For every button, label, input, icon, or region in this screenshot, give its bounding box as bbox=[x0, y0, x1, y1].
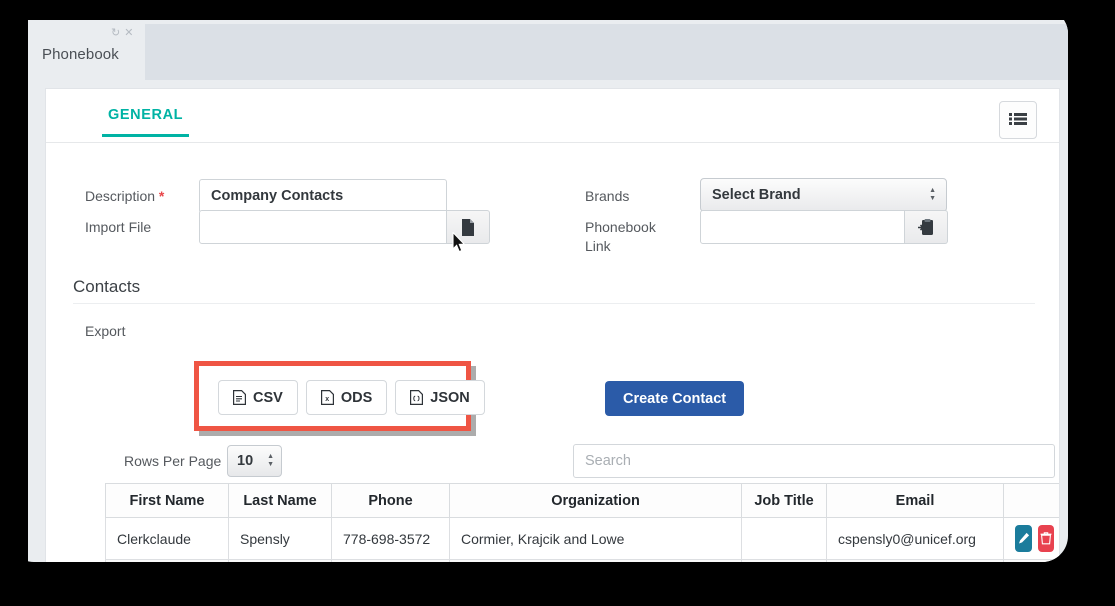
required-marker: * bbox=[158, 188, 165, 204]
column-header-last-name[interactable]: Last Name bbox=[228, 483, 332, 518]
cell-organization: Cormier, Krajcik and Lowe bbox=[449, 517, 742, 560]
section-divider bbox=[73, 303, 1035, 304]
cell-last-name: Nann bbox=[228, 559, 332, 562]
close-icon[interactable]: ✕ bbox=[124, 28, 133, 39]
cell-organization: Johnson and Sons, Inc bbox=[449, 559, 742, 562]
phonebook-link-input[interactable] bbox=[700, 210, 905, 244]
create-contact-button[interactable]: Create Contact bbox=[605, 381, 745, 416]
svg-text:x: x bbox=[325, 396, 329, 403]
screen: ↻ ✕ Phonebook GENERAL Description * Comp… bbox=[0, 0, 1115, 606]
brands-selected-value: Select Brand bbox=[712, 187, 801, 203]
rows-per-page-spinner-icon: ▲ ▼ bbox=[267, 453, 274, 468]
delete-row-button[interactable] bbox=[1037, 525, 1054, 552]
browser-viewport: ↻ ✕ Phonebook GENERAL Description * Comp… bbox=[28, 20, 1068, 562]
file-code-icon bbox=[410, 390, 424, 405]
device-bezel: ↻ ✕ Phonebook GENERAL Description * Comp… bbox=[8, 8, 1068, 562]
contacts-table-wrapper: First Name Last Name Phone Organization … bbox=[105, 483, 1059, 562]
cell-actions bbox=[1003, 559, 1059, 562]
select-spinner-icon: ▲ ▼ bbox=[929, 187, 936, 202]
file-csv-icon bbox=[233, 390, 246, 405]
clipboard-paste-icon bbox=[918, 218, 933, 235]
export-csv-label: CSV bbox=[253, 389, 283, 406]
import-file-label: Import File bbox=[85, 219, 152, 235]
cell-email: cspensly0@unicef.org bbox=[826, 517, 1004, 560]
column-header-actions bbox=[1003, 483, 1059, 518]
contacts-section-title: Contacts bbox=[73, 277, 141, 296]
export-json-button[interactable]: JSON bbox=[395, 380, 485, 415]
tab-phonebook[interactable]: ↻ ✕ Phonebook bbox=[28, 24, 145, 81]
tab-controls: ↻ ✕ bbox=[111, 28, 133, 39]
import-file-button[interactable] bbox=[447, 210, 490, 244]
cell-email: dnann1@cnbc.com bbox=[826, 559, 1004, 562]
trash-delete-icon bbox=[1040, 532, 1052, 545]
column-header-first-name[interactable]: First Name bbox=[105, 483, 229, 518]
export-label: Export bbox=[85, 323, 126, 339]
export-csv-button[interactable]: CSV bbox=[218, 380, 298, 415]
cell-first-name: Clerkclaude bbox=[105, 517, 229, 560]
card-nav-tabs: GENERAL bbox=[46, 107, 1059, 143]
export-ods-label: ODS bbox=[340, 389, 373, 406]
column-header-phone[interactable]: Phone bbox=[331, 483, 450, 518]
contacts-table: First Name Last Name Phone Organization … bbox=[105, 483, 1059, 562]
description-input[interactable] bbox=[199, 179, 447, 213]
tab-strip-empty-area bbox=[145, 24, 1068, 80]
refresh-icon[interactable]: ↻ bbox=[111, 28, 120, 39]
export-buttons-group: CSV x ODS JSON bbox=[218, 380, 485, 415]
column-header-organization[interactable]: Organization bbox=[449, 483, 742, 518]
phonebook-link-label: Phonebook Link bbox=[585, 219, 656, 254]
tab-general[interactable]: GENERAL bbox=[102, 107, 190, 137]
pencil-edit-icon bbox=[1018, 532, 1029, 544]
export-ods-button[interactable]: x ODS bbox=[305, 380, 388, 415]
cell-phone: 434-857-4500 bbox=[331, 559, 450, 562]
list-view-button[interactable] bbox=[999, 101, 1037, 139]
file-document-icon bbox=[462, 218, 474, 236]
cell-last-name: Spensly bbox=[228, 517, 332, 560]
list-view-icon bbox=[1009, 113, 1027, 125]
edit-row-button[interactable] bbox=[1015, 525, 1032, 552]
brands-label: Brands bbox=[585, 188, 630, 204]
search-input[interactable] bbox=[573, 444, 1055, 478]
cell-actions bbox=[1003, 517, 1059, 560]
rows-per-page-label: Rows Per Page bbox=[124, 453, 222, 469]
brands-select[interactable]: Select Brand ▲ ▼ bbox=[700, 178, 947, 212]
import-file-group bbox=[199, 210, 490, 244]
export-json-label: JSON bbox=[430, 389, 470, 406]
import-file-input[interactable] bbox=[199, 210, 447, 244]
phonebook-link-button[interactable] bbox=[905, 210, 948, 244]
table-row: Clerkclaude Spensly 778-698-3572 Cormier… bbox=[105, 517, 1059, 560]
content-card: GENERAL Description * Import File bbox=[45, 88, 1060, 562]
phonebook-link-group bbox=[700, 210, 948, 244]
tab-label: Phonebook bbox=[42, 46, 119, 63]
rows-per-page-value: 10 bbox=[237, 453, 254, 469]
rows-per-page-select[interactable]: 10 ▲ ▼ bbox=[227, 445, 282, 477]
cell-job-title bbox=[741, 559, 827, 562]
cell-job-title bbox=[741, 517, 827, 560]
table-row: Dillon Nann 434-857-4500 Johnson and Son… bbox=[105, 559, 1059, 562]
tab-bar: ↻ ✕ Phonebook bbox=[28, 20, 1068, 81]
column-header-email[interactable]: Email bbox=[826, 483, 1004, 518]
cell-phone: 778-698-3572 bbox=[331, 517, 450, 560]
description-label: Description * bbox=[85, 188, 165, 204]
column-header-job-title[interactable]: Job Title bbox=[741, 483, 827, 518]
file-spreadsheet-icon: x bbox=[320, 390, 334, 405]
cell-first-name: Dillon bbox=[105, 559, 229, 562]
table-header-row: First Name Last Name Phone Organization … bbox=[105, 483, 1059, 518]
